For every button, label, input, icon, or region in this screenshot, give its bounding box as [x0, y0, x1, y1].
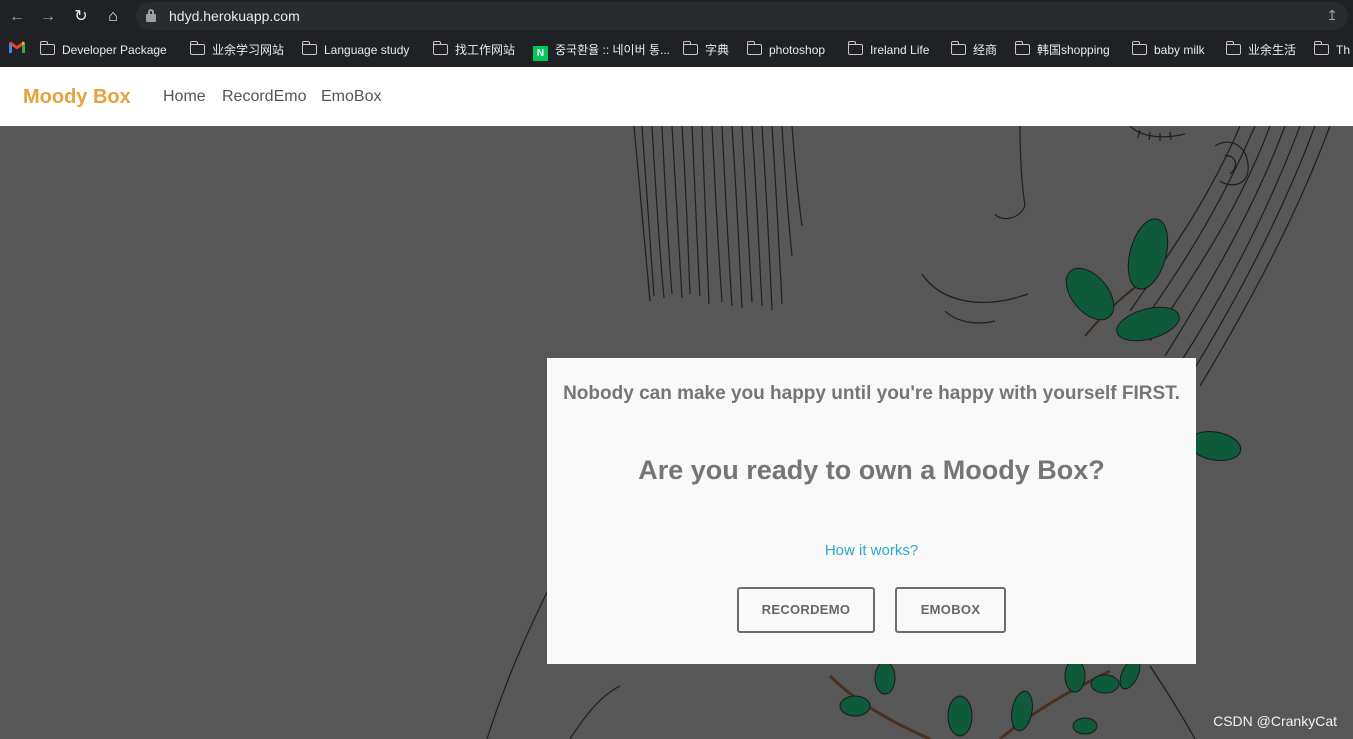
folder-icon — [950, 41, 966, 55]
folder-icon — [682, 41, 698, 55]
headline: Are you ready to own a Moody Box? — [638, 455, 1105, 485]
bookmarks-bar: Developer Package 业余学习网站 Language study … — [0, 33, 1353, 67]
folder-icon — [1014, 41, 1030, 55]
recordemo-button[interactable]: RECORDEMO — [737, 587, 875, 633]
bookmark-item[interactable]: photoshop — [746, 40, 825, 60]
gmail-icon[interactable] — [9, 41, 25, 53]
folder-icon — [1313, 41, 1329, 55]
bookmark-item[interactable]: 经商 — [950, 40, 997, 60]
bookmark-item[interactable]: 业余生活 — [1225, 40, 1296, 60]
watermark-text: CSDN @CrankyCat — [1213, 713, 1337, 729]
folder-icon — [746, 41, 762, 55]
intro-card: Nobody can make you happy until you're h… — [547, 358, 1196, 664]
reload-icon[interactable]: ↻ — [70, 6, 92, 28]
url-text[interactable]: hdyd.herokuapp.com — [169, 8, 300, 24]
forward-arrow-icon[interactable]: → — [37, 6, 59, 28]
back-arrow-icon[interactable]: ← — [6, 6, 28, 28]
bookmark-item[interactable]: 业余学习网站 — [189, 40, 284, 60]
nav-home[interactable]: Home — [163, 88, 206, 106]
bookmark-item[interactable]: Th — [1313, 40, 1350, 60]
folder-icon — [1131, 41, 1147, 55]
quote-text: Nobody can make you happy until you're h… — [563, 383, 1180, 404]
brand-logo[interactable]: Moody Box — [23, 86, 131, 109]
how-it-works-link[interactable]: How it works? — [547, 542, 1196, 559]
home-icon[interactable]: ⌂ — [102, 6, 124, 28]
bookmark-item[interactable]: N 중국환율 :: 네이버 통... — [533, 40, 670, 61]
nav-emobox[interactable]: EmoBox — [321, 88, 381, 106]
folder-icon — [1225, 41, 1241, 55]
folder-icon — [189, 41, 205, 55]
bookmark-item[interactable]: baby milk — [1131, 40, 1205, 60]
bookmark-item[interactable]: 字典 — [682, 40, 729, 60]
emobox-button[interactable]: EMOBOX — [895, 587, 1006, 633]
bookmark-item[interactable]: Developer Package — [39, 40, 167, 60]
lock-icon — [146, 9, 156, 22]
folder-icon — [847, 41, 863, 55]
folder-icon — [39, 41, 55, 55]
share-icon[interactable]: ↥ — [1326, 7, 1338, 24]
folder-icon — [301, 41, 317, 55]
bookmark-item[interactable]: Language study — [301, 40, 409, 60]
nav-recordemo[interactable]: RecordEmo — [222, 88, 306, 106]
site-navbar: Moody Box Home RecordEmo EmoBox — [0, 67, 1353, 126]
bookmark-item[interactable]: 找工作网站 — [432, 40, 515, 60]
naver-icon: N — [533, 46, 548, 61]
browser-toolbar: ← → ↻ ⌂ hdyd.herokuapp.com ↥ — [0, 0, 1353, 33]
folder-icon — [432, 41, 448, 55]
bookmark-item[interactable]: 韩国shopping — [1014, 40, 1110, 60]
address-bar[interactable]: hdyd.herokuapp.com ↥ — [136, 2, 1348, 30]
bookmark-item[interactable]: Ireland Life — [847, 40, 929, 60]
hero-section: Nobody can make you happy until you're h… — [0, 126, 1353, 739]
